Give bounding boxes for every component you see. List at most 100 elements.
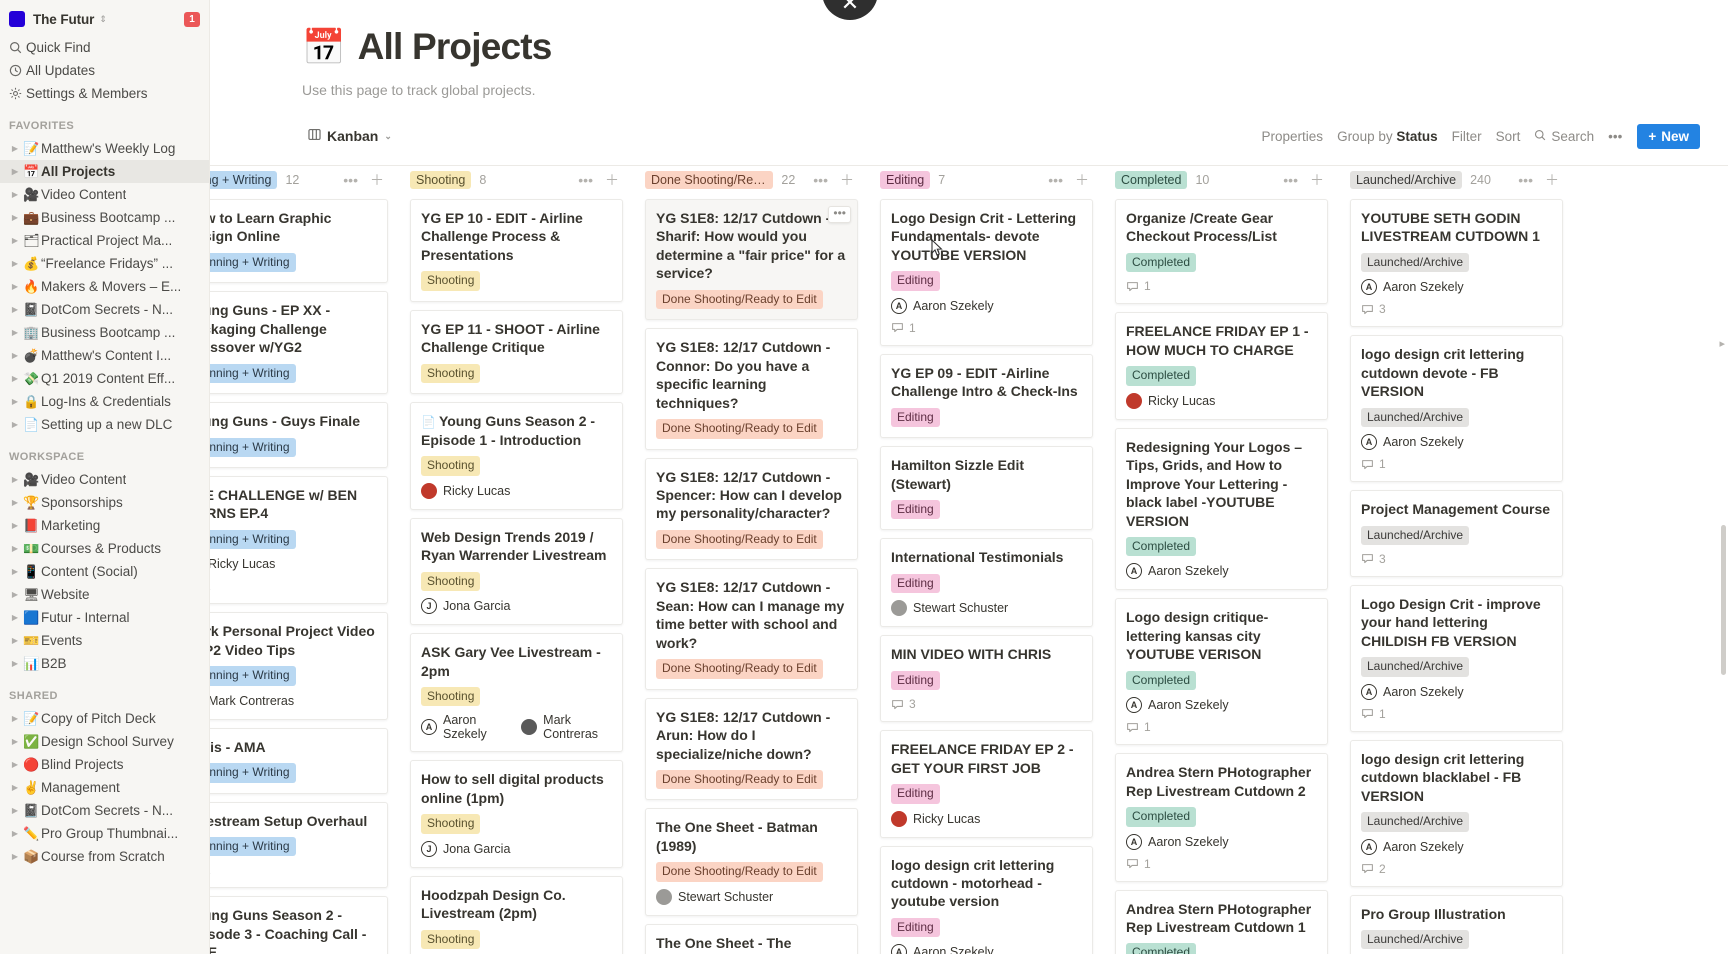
vertical-scrollbar[interactable] (1721, 525, 1726, 675)
sidebar-workspace-item-4[interactable]: ▶ 📱 Content (Social) (0, 560, 209, 583)
kanban-card[interactable]: The One Sheet - Batman (1989) Done Shooti… (645, 808, 858, 916)
sidebar-favorite-item-0[interactable]: ▶ 📝 Matthew's Weekly Log (0, 137, 209, 160)
kanban-card[interactable]: Mark Personal Project Video - EP2 Video … (210, 612, 388, 720)
column-more-icon[interactable]: ••• (341, 172, 360, 188)
kanban-card[interactable]: Hamilton Sizzle Edit (Stewart) Editing (880, 446, 1093, 531)
card-comment-count[interactable]: 1 (891, 321, 1082, 335)
card-comment-count[interactable]: 2 (1361, 862, 1552, 876)
disclosure-triangle-icon[interactable]: ▶ (8, 714, 22, 723)
card-comment-count[interactable]: 3 (891, 697, 1082, 711)
card-comment-count[interactable]: 1 (1126, 279, 1317, 293)
kanban-card[interactable]: 📄 Young Guns Season 2 - Episode 1 - Intro… (410, 402, 623, 510)
sort-button[interactable]: Sort (1489, 126, 1528, 147)
sidebar-favorite-item-1[interactable]: ▶ 📅 All Projects (0, 160, 209, 183)
kanban-card[interactable]: Young Guns - Guys Finale Planning + Writi… (210, 402, 388, 468)
column-more-icon[interactable]: ••• (1046, 172, 1065, 188)
kanban-card[interactable]: Andrea Stern PHotographer Rep Livestream… (1115, 753, 1328, 882)
card-comment-count[interactable]: 3 (1361, 302, 1552, 316)
kanban-card[interactable]: Young Guns Season 2 - Episode 3 - Coachi… (210, 896, 388, 954)
column-more-icon[interactable]: ••• (811, 172, 830, 188)
disclosure-triangle-icon[interactable]: ▶ (8, 760, 22, 769)
sidebar-favorite-item-11[interactable]: ▶ 🔒 Log-Ins & Credentials (0, 390, 209, 413)
card-comment-count[interactable]: 1 (1361, 457, 1552, 471)
column-more-icon[interactable]: ••• (1281, 172, 1300, 188)
kanban-card[interactable]: Project Management Course Launched/Archiv… (1350, 490, 1563, 577)
kanban-card[interactable]: ASK Gary Vee Livestream - 2pm Shooting A Aa… (410, 633, 623, 753)
kanban-card[interactable]: YG EP 10 - EDIT - Airline Challenge Proc… (410, 199, 623, 302)
column-status-chip[interactable]: anning + Writing (210, 171, 278, 189)
kanban-card[interactable]: ••• YG S1E8: 12/17 Cutdown - Sharif: How … (645, 199, 858, 321)
sidebar-favorite-item-6[interactable]: ▶ 🔥 Makers & Movers – E... (0, 275, 209, 298)
column-add-icon[interactable]: ＋ (1073, 170, 1091, 190)
disclosure-triangle-icon[interactable]: ▶ (8, 420, 22, 429)
disclosure-triangle-icon[interactable]: ▶ (8, 305, 22, 314)
card-more-icon[interactable]: ••• (828, 206, 851, 224)
column-status-chip[interactable]: Completed (1115, 171, 1188, 189)
kanban-card[interactable]: Logo Design Crit - Lettering Fundamental… (880, 199, 1093, 346)
column-more-icon[interactable]: ••• (1516, 172, 1535, 188)
group-by-button[interactable]: Group by Status (1330, 126, 1445, 147)
new-button[interactable]: + New (1637, 123, 1700, 149)
disclosure-triangle-icon[interactable]: ▶ (8, 167, 22, 176)
card-comment-count[interactable]: 1 (210, 579, 377, 593)
workspace-switcher[interactable]: The Futur ⇕ 1 (0, 4, 209, 34)
disclosure-triangle-icon[interactable]: ▶ (8, 737, 22, 746)
kanban-card[interactable]: FREELANCE FRIDAY EP 1 - HOW MUCH TO CHAR… (1115, 312, 1328, 420)
sidebar-workspace-item-5[interactable]: ▶ 🖥 Website (0, 583, 209, 606)
sidebar-shared-item-3[interactable]: ▶ ✌️ Management (0, 776, 209, 799)
disclosure-triangle-icon[interactable]: ▶ (8, 282, 22, 291)
kanban-card[interactable]: Livestream Setup Overhaul Planning + Writ… (210, 801, 388, 889)
sidebar-workspace-item-3[interactable]: ▶ 💵 Courses & Products (0, 537, 209, 560)
sidebar-favorite-item-9[interactable]: ▶ 💣 Matthew's Content I... (0, 344, 209, 367)
kanban-card[interactable]: Logo Design Crit - improve your hand let… (1350, 584, 1563, 732)
column-status-chip[interactable]: Launched/Archive (1350, 171, 1463, 189)
kanban-card[interactable]: logo design crit lettering cutdown black… (1350, 739, 1563, 887)
notification-badge[interactable]: 1 (184, 11, 200, 27)
disclosure-triangle-icon[interactable]: ▶ (8, 498, 22, 507)
sidebar-item-all-updates[interactable]: All Updates (0, 59, 209, 82)
scroll-right-arrow-icon[interactable]: ▸ (1719, 337, 1725, 350)
properties-button[interactable]: Properties (1255, 126, 1331, 147)
sidebar-shared-item-1[interactable]: ▶ ✅ Design School Survey (0, 730, 209, 753)
disclosure-triangle-icon[interactable]: ▶ (8, 236, 22, 245)
sidebar-workspace-item-0[interactable]: ▶ 🎥 Video Content (0, 468, 209, 491)
column-add-icon[interactable]: ＋ (1308, 170, 1326, 190)
sidebar-shared-item-6[interactable]: ▶ 📦 Course from Scratch (0, 845, 209, 868)
disclosure-triangle-icon[interactable]: ▶ (8, 475, 22, 484)
kanban-card[interactable]: Andrea Stern PHotographer Rep Livestream… (1115, 889, 1328, 954)
sidebar-favorite-item-8[interactable]: ▶ 🏢 Business Bootcamp ... (0, 321, 209, 344)
disclosure-triangle-icon[interactable]: ▶ (8, 806, 22, 815)
sidebar-workspace-item-8[interactable]: ▶ 📊 B2B (0, 652, 209, 675)
disclosure-triangle-icon[interactable]: ▶ (8, 590, 22, 599)
disclosure-triangle-icon[interactable]: ▶ (8, 544, 22, 553)
sidebar-favorite-item-7[interactable]: ▶ 📓 DotCom Secrets - N... (0, 298, 209, 321)
kanban-card[interactable]: Organize /Create Gear Checkout Process/L… (1115, 199, 1328, 305)
kanban-card[interactable]: Chris - AMA Planning + Writing (210, 727, 388, 794)
more-options-button[interactable]: ••• (1601, 126, 1629, 147)
kanban-card[interactable]: YOUTUBE SETH GODIN LIVESTREAM CUTDOWN 1 L… (1350, 199, 1563, 328)
sidebar-favorite-item-2[interactable]: ▶ 🎥 Video Content (0, 183, 209, 206)
kanban-card[interactable]: Pro Group IllustrationLaunched/ArchiveAA… (1350, 894, 1563, 954)
kanban-card[interactable]: FREELANCE FRIDAY EP 2 - GET YOUR FIRST J… (880, 730, 1093, 838)
column-add-icon[interactable]: ＋ (1543, 170, 1561, 190)
column-status-chip[interactable]: Done Shooting/Ready ... (645, 171, 774, 189)
tab-kanban[interactable]: Kanban ⌄ (302, 125, 398, 147)
kanban-card[interactable]: How to sell digital products online (1pm… (410, 760, 623, 868)
sidebar-favorite-item-5[interactable]: ▶ 💰 “Freelance Fridays” ... (0, 252, 209, 275)
kanban-card[interactable]: logo design crit lettering cutdown devot… (1350, 335, 1563, 483)
column-add-icon[interactable]: ＋ (838, 170, 856, 190)
sidebar-favorite-item-4[interactable]: ▶ 🗂 Practical Project Ma... (0, 229, 209, 252)
kanban-card[interactable]: logo design crit lettering cutdown - mot… (880, 845, 1093, 954)
disclosure-triangle-icon[interactable]: ▶ (8, 829, 22, 838)
disclosure-triangle-icon[interactable]: ▶ (8, 144, 22, 153)
kanban-card[interactable]: How to Learn Graphic Design Online Planni… (210, 199, 388, 284)
card-comment-count[interactable]: 1 (210, 863, 377, 877)
kanban-card[interactable]: The One Sheet - The ExorcistDone Shootin… (645, 923, 858, 954)
sidebar-item-quick-find[interactable]: Quick Find (0, 36, 209, 59)
sidebar-favorite-item-12[interactable]: ▶ 📄 Setting up a new DLC (0, 413, 209, 436)
kanban-card[interactable]: YG S1E8: 12/17 Cutdown - Arun: How do I … (645, 697, 858, 801)
sidebar-favorite-item-10[interactable]: ▶ 💸 Q1 2019 Content Eff... (0, 367, 209, 390)
card-comment-count[interactable]: 1 (1126, 720, 1317, 734)
card-comment-count[interactable]: 1 (1361, 707, 1552, 721)
disclosure-triangle-icon[interactable]: ▶ (8, 783, 22, 792)
